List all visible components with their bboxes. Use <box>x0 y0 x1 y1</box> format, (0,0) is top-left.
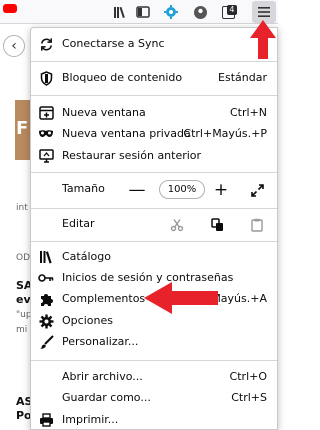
menu-item-label: Bloqueo de contenido <box>62 71 183 84</box>
page-snippet: Po <box>16 409 30 422</box>
menu-item-sync[interactable]: Conectarse a Sync <box>31 33 277 55</box>
sync-icon <box>38 36 54 52</box>
menu-item-label: Opciones <box>62 314 113 327</box>
menu-item-content-blocking[interactable]: Bloqueo de contenido Estándar <box>31 67 277 89</box>
gear-extension-icon[interactable] <box>162 3 180 21</box>
extension-badge-icon[interactable]: 4 <box>219 3 237 21</box>
menu-item-label: Personalizar... <box>62 335 139 348</box>
shortcut-label: Ctrl+S <box>231 391 267 404</box>
edit-row: Editar <box>31 213 277 235</box>
menu-item-label: Imprimir... <box>62 413 119 426</box>
menu-item-print[interactable]: Imprimir... <box>31 409 277 429</box>
zoom-row: Tamaño — 100% + <box>31 178 277 200</box>
page-snippet: AS <box>16 395 30 408</box>
separator <box>31 241 277 242</box>
copy-button[interactable] <box>205 215 229 235</box>
printer-icon <box>38 412 54 428</box>
paintbrush-icon <box>38 334 54 350</box>
background-page: ‹ F int OD SA ev "up mi AS Po <box>0 25 30 430</box>
separator <box>31 360 277 361</box>
zoom-label: Tamaño <box>62 182 105 195</box>
menu-item-customize[interactable]: Personalizar... <box>31 331 277 353</box>
clipboard-icon <box>251 218 263 232</box>
page-snippet: mi <box>16 325 28 335</box>
app-menu-panel: Conectarse a Sync Bloqueo de contenido E… <box>30 27 278 430</box>
page-snippet: "up <box>16 310 30 320</box>
restore-session-icon <box>38 148 54 164</box>
shortcut-label: Ctrl+N <box>229 106 267 119</box>
page-snippet: ev <box>16 293 30 306</box>
annotation-arrow-left-icon <box>144 282 218 314</box>
private-mask-icon <box>38 126 54 142</box>
extension-badge: 4 <box>227 4 237 15</box>
menu-item-label: Nueva ventana <box>62 106 146 119</box>
puzzle-piece-icon <box>38 291 54 307</box>
separator <box>31 61 277 62</box>
menu-item-label: Nueva ventana privada <box>62 127 191 140</box>
page-snippet: SA <box>16 279 30 292</box>
gear-icon <box>38 313 54 329</box>
back-arrow-icon[interactable]: ‹ <box>3 35 25 57</box>
page-snippet: OD <box>16 253 30 263</box>
zoom-reset-button[interactable]: 100% <box>159 180 205 199</box>
fullscreen-button[interactable] <box>245 180 269 200</box>
menu-item-label: Complementos <box>62 292 146 305</box>
cut-button[interactable] <box>165 215 189 235</box>
menu-item-label: Restaurar sesión anterior <box>62 149 202 162</box>
youtube-logo-icon <box>3 4 17 13</box>
zoom-in-button[interactable]: + <box>209 180 233 200</box>
menu-item-new-window[interactable]: Nueva ventana Ctrl+N <box>31 102 277 124</box>
menu-item-label: Catálogo <box>62 250 111 263</box>
separator <box>31 172 277 173</box>
sidebar-icon[interactable] <box>134 3 152 21</box>
separator <box>31 95 277 96</box>
shortcut-label: Ctrl+Mayús.+P <box>183 127 267 140</box>
fullscreen-icon <box>250 183 264 197</box>
content-blocking-level: Estándar <box>218 71 267 84</box>
library-icon <box>38 249 54 265</box>
shortcut-label: Ctrl+O <box>229 370 267 383</box>
menu-item-label: Abrir archivo... <box>62 370 143 383</box>
browser-toolbar: 4 <box>0 0 278 24</box>
article-thumbnail[interactable]: F <box>15 100 30 160</box>
menu-item-open-file[interactable]: Abrir archivo... Ctrl+O <box>31 366 277 388</box>
menu-item-save-as[interactable]: Guardar como... Ctrl+S <box>31 387 277 409</box>
zoom-out-button[interactable]: — <box>125 180 149 200</box>
key-icon <box>38 270 54 286</box>
menu-item-label: Guardar como... <box>62 391 151 404</box>
screen: 4 ‹ F int OD SA ev "up mi AS Po Conectar… <box>0 0 278 430</box>
new-window-icon <box>38 105 54 121</box>
menu-item-label: Conectarse a Sync <box>62 37 165 50</box>
menu-item-catalog[interactable]: Catálogo <box>31 246 277 268</box>
separator <box>31 208 277 209</box>
library-icon[interactable] <box>111 3 129 21</box>
edit-label: Editar <box>62 217 95 230</box>
menu-item-private-window[interactable]: Nueva ventana privada Ctrl+Mayús.+P <box>31 123 277 145</box>
copy-icon <box>210 218 223 231</box>
menu-item-restore-session[interactable]: Restaurar sesión anterior <box>31 145 277 167</box>
scissors-icon <box>170 219 184 232</box>
shield-icon <box>38 70 54 86</box>
page-snippet: int <box>16 203 28 213</box>
privacy-extension-icon[interactable] <box>191 3 209 21</box>
annotation-arrow-up-icon <box>250 20 276 59</box>
paste-button[interactable] <box>245 215 269 235</box>
